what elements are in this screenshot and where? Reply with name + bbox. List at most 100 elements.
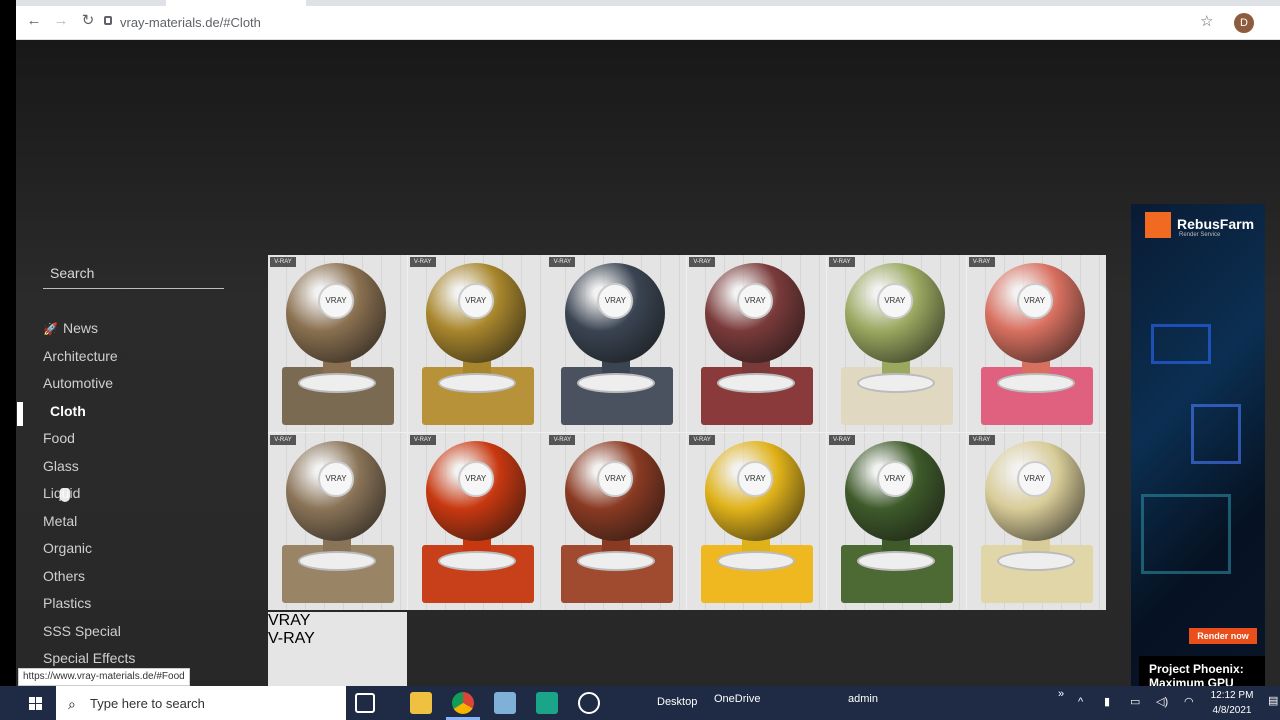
material-tile[interactable]: VRAY V-RAY: [547, 433, 687, 610]
nav-item-glass[interactable]: Glass: [43, 458, 79, 474]
nav-item-organic[interactable]: Organic: [43, 540, 92, 556]
nav-item-label: Food: [43, 430, 75, 446]
admin-label[interactable]: admin: [848, 693, 878, 705]
toolbar-overflow-icon[interactable]: »: [1058, 688, 1064, 700]
nav-item-label: SSS Special: [43, 622, 121, 639]
vray-badge: VRAY: [318, 283, 354, 319]
nav-item-architecture[interactable]: Architecture: [43, 348, 118, 364]
vray-logo-icon: V-RAY: [268, 630, 315, 647]
search-input[interactable]: Search: [50, 265, 94, 281]
tile-ring: [996, 373, 1075, 393]
nav-item-sss-special[interactable]: SSS Special: [43, 623, 121, 639]
render-now-button[interactable]: Render now: [1189, 628, 1257, 644]
ad-title: Project Phoenix: Maximum GPU: [1139, 656, 1265, 686]
lock-icon[interactable]: [104, 16, 112, 25]
tab-strip: [16, 0, 1280, 6]
vray-logo-icon: V-RAY: [828, 435, 855, 445]
tile-ring: [437, 373, 516, 393]
nav-item-others[interactable]: Others: [43, 568, 85, 584]
active-category-indicator: [17, 402, 23, 426]
vray-logo-icon: V-RAY: [409, 435, 436, 445]
ad-brand: RebusFarm: [1177, 216, 1255, 232]
material-tile[interactable]: VRAY V-RAY: [966, 433, 1106, 610]
3dsmax-icon[interactable]: [536, 692, 558, 714]
forward-icon[interactable]: →: [53, 13, 69, 29]
clock-time: 12:12 PM: [1210, 690, 1254, 701]
nav-item-label: Cloth: [50, 402, 86, 419]
nav-item-metal[interactable]: Metal: [43, 513, 77, 529]
taskbar-clock[interactable]: 12:12 PM 4/8/2021: [1206, 688, 1258, 718]
chrome-icon[interactable]: [452, 692, 474, 714]
ad-graphic: [1151, 324, 1211, 364]
reload-icon[interactable]: ↻: [80, 13, 96, 29]
window-edge: [0, 40, 16, 686]
material-tile[interactable]: VRAY V-RAY: [268, 612, 407, 686]
material-tile[interactable]: VRAY V-RAY: [826, 433, 966, 610]
nav-item-plastics[interactable]: Plastics: [43, 595, 91, 611]
vray-badge: VRAY: [876, 283, 913, 319]
obs-icon[interactable]: [578, 692, 600, 714]
back-icon[interactable]: ←: [26, 13, 42, 29]
address-bar[interactable]: vray-materials.de/#Cloth: [120, 15, 261, 30]
material-tile[interactable]: VRAY V-RAY: [407, 255, 547, 432]
battery-icon[interactable]: ▭: [1130, 695, 1140, 708]
nav-item-cloth[interactable]: Cloth: [50, 403, 86, 419]
nav-item-label: Metal: [43, 512, 78, 529]
material-tile[interactable]: VRAY V-RAY: [826, 255, 966, 432]
nav-item-label: Architecture: [43, 347, 118, 364]
desktop-label[interactable]: Desktop: [657, 696, 697, 708]
notifications-icon[interactable]: ▤: [1268, 694, 1278, 707]
vray-logo-icon: V-RAY: [968, 435, 995, 445]
vray-logo-icon: V-RAY: [689, 435, 716, 445]
material-tile[interactable]: VRAY V-RAY: [547, 255, 687, 432]
taskbar-search-input[interactable]: Type here to search: [90, 696, 205, 711]
profile-avatar[interactable]: D: [1234, 13, 1254, 33]
tray-chevron-icon[interactable]: ^: [1078, 696, 1083, 708]
tile-ring: [717, 551, 796, 571]
onedrive-label[interactable]: OneDrive: [714, 693, 760, 705]
nav-item-label: Glass: [43, 457, 79, 474]
vray-badge: VRAY: [1016, 461, 1053, 497]
material-tile[interactable]: VRAY V-RAY: [687, 255, 827, 432]
tile-ring: [298, 373, 376, 393]
material-tile[interactable]: VRAY V-RAY: [268, 255, 407, 432]
vray-logo-icon: V-RAY: [968, 257, 995, 267]
file-explorer-icon[interactable]: [410, 692, 432, 714]
sidebar-advert[interactable]: RebusFarm Render Service Render now Proj…: [1131, 204, 1265, 686]
nav-item-automotive[interactable]: Automotive: [43, 375, 113, 391]
vray-badge: VRAY: [318, 461, 354, 497]
volume-icon[interactable]: ◁): [1156, 695, 1168, 708]
nav-item-label: Automotive: [43, 375, 114, 391]
windows-start-icon[interactable]: [29, 697, 43, 711]
clock-date: 4/8/2021: [1212, 705, 1252, 716]
tile-ring: [298, 551, 376, 571]
nav-item-news[interactable]: 🚀 News: [43, 320, 98, 336]
nav-item-label: Organic: [43, 540, 93, 556]
material-tile[interactable]: VRAY V-RAY: [687, 433, 827, 610]
vray-logo-icon: V-RAY: [828, 257, 855, 267]
vray-badge: VRAY: [737, 283, 774, 319]
vray-badge: VRAY: [737, 461, 774, 497]
bookmark-star-icon[interactable]: ☆: [1200, 12, 1213, 30]
nav-item-food[interactable]: Food: [43, 430, 75, 446]
tile-ring: [996, 551, 1075, 571]
status-bar-url: https://www.vray-materials.de/#Food: [18, 668, 190, 686]
nav-item-label: Special Effects: [43, 650, 136, 666]
task-view-icon[interactable]: [355, 693, 375, 713]
ad-graphic: [1191, 404, 1241, 464]
vray-logo-icon: V-RAY: [270, 257, 296, 267]
wifi-icon[interactable]: ◠: [1184, 695, 1194, 708]
app-icon[interactable]: [494, 692, 516, 714]
nav-item-special-effects[interactable]: Special Effects: [43, 650, 135, 666]
material-tile[interactable]: VRAY V-RAY: [268, 433, 407, 610]
material-tile[interactable]: VRAY V-RAY: [407, 433, 547, 610]
active-tab[interactable]: [166, 0, 306, 6]
material-tile[interactable]: VRAY V-RAY: [966, 255, 1106, 432]
vray-logo-icon: V-RAY: [270, 435, 296, 445]
ad-subtitle: Render Service: [1179, 232, 1221, 238]
vray-logo-icon: V-RAY: [549, 257, 576, 267]
nav-item-label: Others: [43, 567, 86, 584]
microphone-icon[interactable]: ▮: [1104, 695, 1110, 708]
vray-badge: VRAY: [1016, 283, 1053, 319]
vray-logo-icon: V-RAY: [689, 257, 716, 267]
